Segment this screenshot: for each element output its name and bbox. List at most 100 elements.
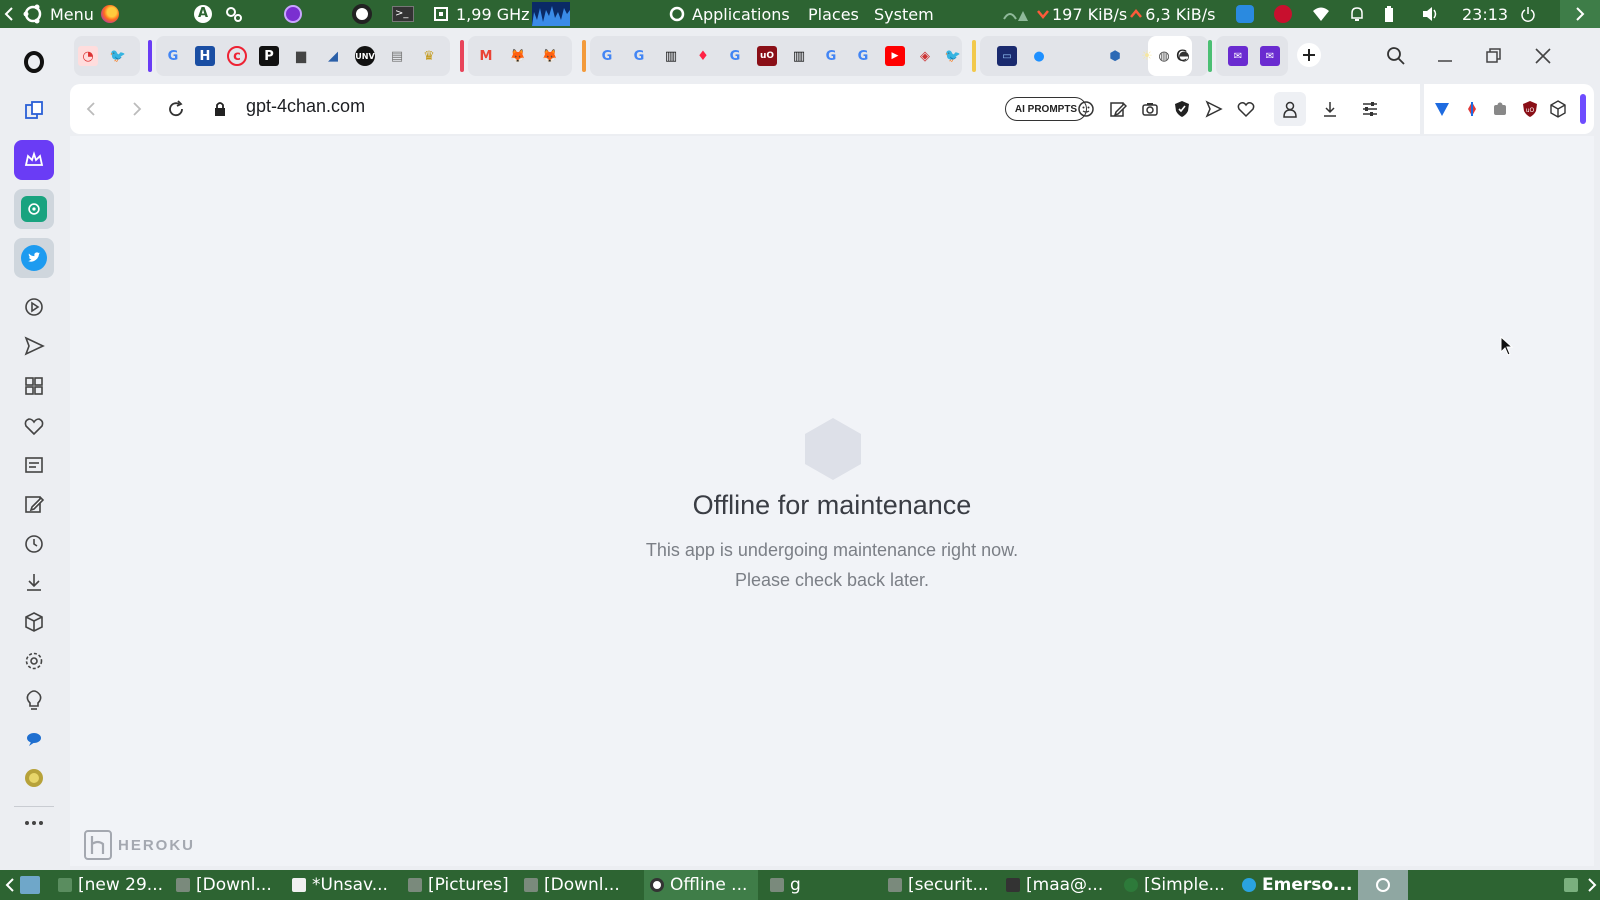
extension-ublock-icon[interactable]: uO xyxy=(1518,97,1542,121)
tab-icon-gmail[interactable]: M xyxy=(476,46,496,66)
extension-heart-blue-icon[interactable] xyxy=(1430,97,1454,121)
applications-menu[interactable]: Applications xyxy=(668,0,790,28)
show-desktop-icon[interactable] xyxy=(20,870,44,900)
taskbar-item-3[interactable]: *Unsav... xyxy=(292,870,400,900)
send-icon[interactable] xyxy=(1202,97,1226,121)
tab-icon-twitter-2[interactable]: 🐦 xyxy=(943,46,963,66)
heroku-logo[interactable]: HEROKU xyxy=(84,830,195,860)
opera-logo-icon[interactable] xyxy=(14,42,54,82)
firefox-launcher-icon[interactable] xyxy=(101,0,119,28)
tab-icon-tinder[interactable]: ♦ xyxy=(693,46,713,66)
cpu-frequency-indicator[interactable]: 1,99 GHz xyxy=(432,0,530,28)
panel-right-arrow-icon[interactable] xyxy=(1560,0,1600,28)
app-a-icon[interactable]: A xyxy=(194,0,212,28)
notification-bell-icon[interactable] xyxy=(1350,0,1364,28)
taskbar-item-1[interactable]: [new 29... xyxy=(58,870,168,900)
workspace-switcher[interactable] xyxy=(1358,870,1408,900)
panel-left-arrow-icon[interactable] xyxy=(4,0,14,28)
tab-icon-app[interactable]: ◈ xyxy=(915,46,935,66)
taskbar-item-8[interactable]: [securit... xyxy=(888,870,998,900)
minimize-button[interactable] xyxy=(1433,44,1457,68)
settings-icon[interactable] xyxy=(14,641,54,681)
tab-icon-opera-speeddial[interactable]: ◔ xyxy=(78,46,98,66)
heart-icon[interactable] xyxy=(14,406,54,446)
tab-icon-proton-mail-2[interactable]: ✉ xyxy=(1260,46,1280,66)
taskbar-right-arrow-icon[interactable] xyxy=(1584,870,1600,900)
tab-icon-blue-dot[interactable]: ● xyxy=(1029,46,1049,66)
tab-icon-google-3[interactable]: G xyxy=(629,46,649,66)
close-window-button[interactable] xyxy=(1531,44,1555,68)
tab-icon-pale-sun[interactable]: ☀ xyxy=(1137,46,1157,66)
aria-crown-icon[interactable] xyxy=(14,140,54,180)
taskbar-item-6[interactable]: Offline ... xyxy=(644,870,758,900)
tab-icon-museum[interactable]: ▥ xyxy=(661,46,681,66)
pencil-icon[interactable] xyxy=(14,484,54,524)
tab-icon-google[interactable]: G xyxy=(163,46,183,66)
tab-icon-book[interactable]: ▤ xyxy=(387,46,407,66)
tab-icon-penguin[interactable]: ◓ xyxy=(1174,46,1194,66)
tab-icon-plane[interactable]: ◢ xyxy=(323,46,343,66)
shield-icon[interactable] xyxy=(1170,97,1194,121)
clock[interactable]: 23:13 xyxy=(1462,0,1508,28)
send-icon[interactable] xyxy=(14,326,54,366)
twitter-icon[interactable] xyxy=(14,238,54,278)
news-icon[interactable] xyxy=(14,445,54,485)
back-button[interactable] xyxy=(80,97,104,121)
wifi-icon[interactable] xyxy=(1312,0,1330,28)
tab-icon-screen[interactable]: ▭ xyxy=(997,46,1017,66)
maximize-button[interactable] xyxy=(1482,44,1506,68)
taskbar-item-4[interactable]: [Pictures] xyxy=(408,870,516,900)
taskbar-left-arrow-icon[interactable] xyxy=(2,870,18,900)
taskbar-item-7[interactable]: g xyxy=(770,870,870,900)
tab-icon-blue-hex[interactable]: ⬢ xyxy=(1105,46,1125,66)
lightbulb-icon[interactable] xyxy=(14,680,54,720)
tray-record-icon[interactable] xyxy=(1274,0,1292,28)
menu-button[interactable]: Menu xyxy=(22,0,94,28)
taskbar-item-10[interactable]: [Simple... xyxy=(1124,870,1238,900)
coin-icon[interactable] xyxy=(14,758,54,798)
volume-icon[interactable] xyxy=(1422,0,1440,28)
power-icon[interactable] xyxy=(1520,0,1536,28)
tab-icon-metamask-2[interactable]: 🦊 xyxy=(540,46,560,66)
sidebar-toggle-accent[interactable] xyxy=(1580,94,1586,124)
tab-icon-red-c[interactable]: c xyxy=(227,46,247,66)
edit-icon[interactable] xyxy=(1106,97,1130,121)
taskbar-item-5[interactable]: [Downl... xyxy=(524,870,642,900)
download-icon[interactable] xyxy=(14,562,54,602)
tab-icon-google-4[interactable]: G xyxy=(725,46,745,66)
tab-icon-ublock[interactable]: uO xyxy=(757,46,777,66)
tab-icon-crown[interactable]: ♛ xyxy=(419,46,439,66)
tab-icon-proton-mail[interactable]: ✉ xyxy=(1228,46,1248,66)
heart-icon[interactable] xyxy=(1234,97,1258,121)
tab-icon-unv[interactable]: UNV xyxy=(355,46,375,66)
tab-icon-h[interactable]: H xyxy=(195,46,215,66)
terminal-launcher-icon[interactable]: >_ xyxy=(392,0,414,28)
box-icon[interactable] xyxy=(14,602,54,642)
tray-app-icon[interactable] xyxy=(1236,0,1254,28)
extension-ladybug-icon[interactable] xyxy=(1460,97,1484,121)
downloads-icon[interactable] xyxy=(1318,97,1342,121)
emoji-icon[interactable] xyxy=(1074,97,1098,121)
tab-search-button[interactable] xyxy=(1384,44,1408,68)
more-icon[interactable] xyxy=(14,803,54,843)
tab-icon-p[interactable]: P xyxy=(259,46,279,66)
podcast-app-icon[interactable] xyxy=(284,0,302,28)
places-menu[interactable]: Places xyxy=(808,0,859,28)
reload-button[interactable] xyxy=(164,97,188,121)
taskbar-item-2[interactable]: [Downl... xyxy=(176,870,284,900)
network-speed-indicator[interactable]: 197 KiB/s 6,3 KiB/s xyxy=(1000,0,1215,28)
system-menu[interactable]: System xyxy=(874,0,934,28)
tab-icon-youtube[interactable]: ▶ xyxy=(885,46,905,66)
tab-icon-twitter[interactable]: 🐦 xyxy=(108,46,128,66)
gears-icon[interactable] xyxy=(224,0,244,28)
trash-icon[interactable] xyxy=(1560,870,1582,900)
taskbar-item-11[interactable]: Emerso... xyxy=(1242,870,1352,900)
apps-grid-icon[interactable] xyxy=(14,366,54,406)
lock-icon[interactable] xyxy=(208,97,232,121)
tab-icon-document[interactable]: ▆ xyxy=(291,46,311,66)
opera-launcher-icon[interactable] xyxy=(352,0,372,28)
extension-box-icon[interactable] xyxy=(1546,97,1570,121)
chat-bubble-icon[interactable] xyxy=(14,719,54,759)
tab-icon-google-5[interactable]: G xyxy=(821,46,841,66)
forward-button[interactable] xyxy=(124,97,148,121)
